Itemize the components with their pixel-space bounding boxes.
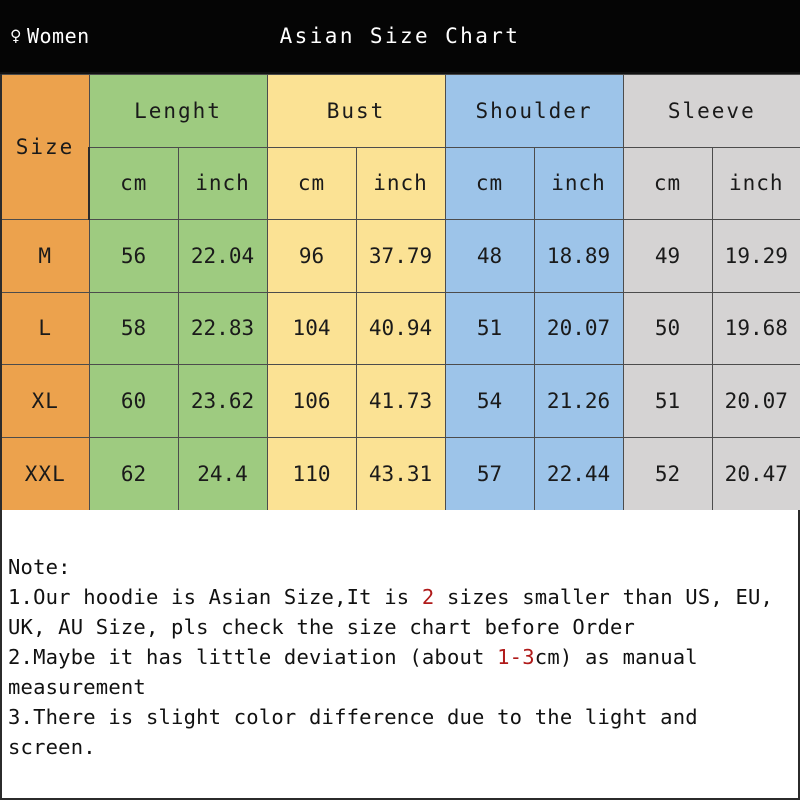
note-2-highlight: 1-3 bbox=[497, 645, 535, 669]
header-cell-sleeve: Sleeve bbox=[622, 74, 800, 148]
size-table: Size Lenght Bust Shoulder Sleeve cm inch… bbox=[0, 74, 800, 512]
note-1-text-b: sizes smaller than US, EU, bbox=[434, 585, 774, 609]
cell-size: XL bbox=[0, 364, 90, 438]
cell-sleeve-cm: 50 bbox=[622, 291, 713, 365]
cell-shoulder-cm: 51 bbox=[444, 291, 535, 365]
page-header: ♀ Women Asian Size Chart bbox=[0, 0, 800, 72]
cell-sleeve-inch: 20.07 bbox=[711, 364, 800, 438]
note-1-highlight: 2 bbox=[421, 585, 435, 609]
cell-sleeve-inch: 19.29 bbox=[711, 219, 800, 293]
header-cell-length-cm: cm bbox=[88, 146, 179, 220]
size-table-container: Size Lenght Bust Shoulder Sleeve cm inch… bbox=[0, 72, 800, 512]
cell-size: M bbox=[0, 219, 90, 293]
table-row: XL 60 23.62 106 41.73 54 21.26 51 20.07 bbox=[0, 364, 800, 438]
cell-shoulder-cm: 57 bbox=[444, 436, 535, 512]
cell-bust-inch: 40.94 bbox=[355, 291, 446, 365]
note-item-2: 2.Maybe it has little deviation (about 1… bbox=[8, 642, 792, 672]
cell-length-cm: 58 bbox=[88, 291, 179, 365]
note-2-text-a: 2.Maybe it has little deviation (about bbox=[8, 645, 498, 669]
notes-section: Note: 1.Our hoodie is Asian Size,It is 2… bbox=[0, 510, 800, 800]
note-1-text-a: 1.Our hoodie is Asian Size,It is bbox=[8, 585, 422, 609]
cell-length-cm: 60 bbox=[88, 364, 179, 438]
cell-bust-cm: 104 bbox=[266, 291, 357, 365]
cell-length-inch: 23.62 bbox=[177, 364, 268, 438]
cell-sleeve-cm: 51 bbox=[622, 364, 713, 438]
header-cell-sleeve-inch: inch bbox=[711, 146, 800, 220]
page-title: Asian Size Chart bbox=[279, 24, 521, 48]
cell-bust-inch: 37.79 bbox=[355, 219, 446, 293]
cell-length-cm: 56 bbox=[88, 219, 179, 293]
table-unit-header-row: cm inch cm inch cm inch cm inch bbox=[1, 146, 800, 220]
header-cell-length-inch: inch bbox=[177, 146, 268, 220]
cell-sleeve-cm: 52 bbox=[622, 436, 713, 512]
size-chart-page: ♀ Women Asian Size Chart Size Lenght Bus… bbox=[0, 0, 800, 800]
cell-shoulder-cm: 54 bbox=[444, 364, 535, 438]
cell-shoulder-inch: 20.07 bbox=[533, 291, 624, 365]
cell-sleeve-inch: 19.68 bbox=[711, 291, 800, 365]
cell-sleeve-cm: 49 bbox=[622, 219, 713, 293]
cell-bust-cm: 96 bbox=[266, 219, 357, 293]
cell-size: XXL bbox=[0, 436, 90, 512]
table-row: L 58 22.83 104 40.94 51 20.07 50 19.68 bbox=[0, 291, 800, 365]
table-row: XXL 62 24.4 110 43.31 57 22.44 52 20.47 bbox=[0, 436, 800, 512]
cell-length-cm: 62 bbox=[88, 436, 179, 512]
note-2-text-b: cm) as manual bbox=[534, 645, 698, 669]
cell-length-inch: 24.4 bbox=[177, 436, 268, 512]
cell-shoulder-cm: 48 bbox=[444, 219, 535, 293]
header-cell-shoulder: Shoulder bbox=[444, 74, 624, 148]
header-cell-bust-cm: cm bbox=[266, 146, 357, 220]
header-cell-sleeve-cm: cm bbox=[622, 146, 713, 220]
cell-bust-cm: 110 bbox=[266, 436, 357, 512]
header-cell-size: Size bbox=[0, 74, 90, 220]
cell-shoulder-inch: 18.89 bbox=[533, 219, 624, 293]
cell-length-inch: 22.04 bbox=[177, 219, 268, 293]
header-cell-shoulder-cm: cm bbox=[444, 146, 535, 220]
cell-size: L bbox=[0, 291, 90, 365]
cell-shoulder-inch: 21.26 bbox=[533, 364, 624, 438]
header-cell-bust: Bust bbox=[266, 74, 446, 148]
note-item-1: 1.Our hoodie is Asian Size,It is 2 sizes… bbox=[8, 582, 792, 612]
cell-bust-inch: 43.31 bbox=[355, 436, 446, 512]
note-item-3: 3.There is slight color difference due t… bbox=[8, 705, 711, 759]
table-group-header-row: Size Lenght Bust Shoulder Sleeve bbox=[0, 74, 800, 220]
note-item-1-cont: UK, AU Size, pls check the size chart be… bbox=[8, 615, 636, 639]
notes-heading: Note: bbox=[8, 555, 71, 579]
header-cell-bust-inch: inch bbox=[355, 146, 446, 220]
header-cell-shoulder-inch: inch bbox=[533, 146, 624, 220]
cell-bust-inch: 41.73 bbox=[355, 364, 446, 438]
cell-shoulder-inch: 22.44 bbox=[533, 436, 624, 512]
note-item-2-cont: measurement bbox=[8, 675, 146, 699]
cell-bust-cm: 106 bbox=[266, 364, 357, 438]
cell-sleeve-inch: 20.47 bbox=[711, 436, 800, 512]
table-row: M 56 22.04 96 37.79 48 18.89 49 19.29 bbox=[0, 219, 800, 293]
header-cell-length: Lenght bbox=[88, 74, 268, 148]
cell-length-inch: 22.83 bbox=[177, 291, 268, 365]
